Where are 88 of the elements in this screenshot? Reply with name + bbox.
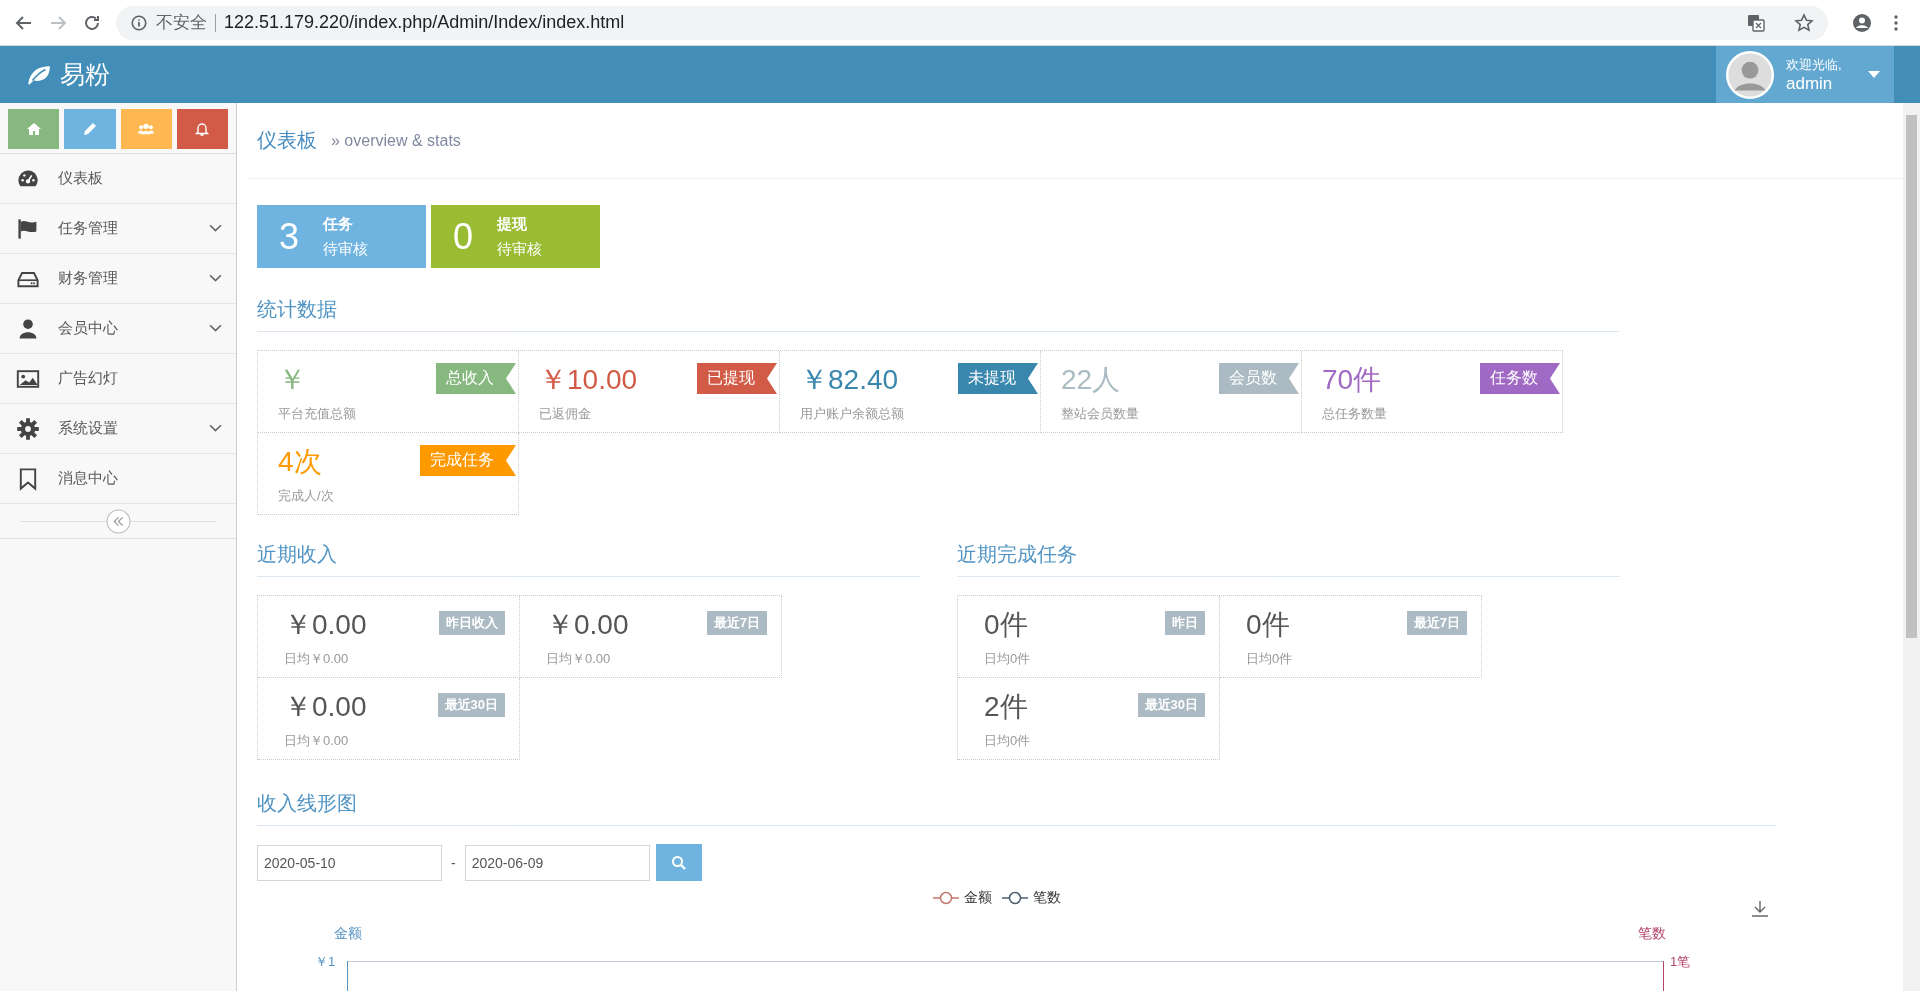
stat-value: 70件 bbox=[1322, 363, 1382, 397]
period-tag: 昨日收入 bbox=[439, 611, 505, 635]
section-heading: 近期完成任务 bbox=[957, 541, 1620, 577]
stat-caption: 完成人/次 bbox=[278, 487, 335, 505]
scrollbar[interactable] bbox=[1903, 103, 1920, 991]
account-icon[interactable] bbox=[1852, 12, 1872, 33]
menu-label: 仪表板 bbox=[58, 169, 104, 188]
end-date-field[interactable]: 2020-06-09 bbox=[464, 844, 650, 881]
date-separator: - bbox=[450, 854, 457, 871]
menu-label: 广告幻灯 bbox=[58, 369, 119, 388]
security-label: 不安全 bbox=[156, 12, 207, 34]
home-icon bbox=[25, 121, 42, 137]
stat-value: 4次 bbox=[278, 445, 322, 479]
page-subtitle: » overview & stats bbox=[331, 131, 461, 150]
daily-average: 日均0件 bbox=[1246, 650, 1294, 668]
leaf-icon bbox=[26, 63, 52, 86]
pending-title: 提现 bbox=[497, 214, 529, 234]
section-heading: 近期收入 bbox=[257, 541, 920, 577]
translate-icon[interactable] bbox=[1746, 12, 1766, 33]
axis-title: 笔数 bbox=[1638, 925, 1666, 943]
page-title: 仪表板 bbox=[257, 128, 317, 153]
legend-label: 金额 bbox=[964, 889, 992, 907]
brand-logo[interactable]: 易粉 bbox=[26, 58, 110, 91]
search-icon bbox=[670, 854, 687, 871]
pending-count: 0 bbox=[453, 215, 474, 258]
settings-icon bbox=[16, 416, 40, 441]
period-tag: 最近30日 bbox=[437, 693, 505, 717]
stat-value: ￥ bbox=[278, 363, 306, 397]
stat-caption: 总任务数量 bbox=[1322, 405, 1388, 423]
period-tag: 最近7日 bbox=[706, 611, 767, 635]
pending-status: 待审核 bbox=[323, 239, 369, 259]
period-tag: 最近7日 bbox=[1406, 611, 1467, 635]
stat-tag: 任务数 bbox=[1480, 363, 1560, 394]
shortcut-button[interactable] bbox=[176, 109, 228, 149]
stat-caption: 整站会员数量 bbox=[1061, 405, 1140, 423]
stat-tag: 完成任务 bbox=[420, 445, 516, 476]
stat-tag: 总收入 bbox=[436, 363, 516, 394]
stat-caption: 平台充值总额 bbox=[278, 405, 357, 423]
menu-label: 系统设置 bbox=[58, 419, 119, 438]
summary-value: 0件 bbox=[1246, 608, 1290, 642]
stat-caption: 用户账户余额总额 bbox=[800, 405, 905, 423]
caret-icon bbox=[1868, 70, 1880, 79]
bell-icon bbox=[194, 121, 211, 137]
section-heading: 收入线形图 bbox=[257, 790, 1776, 826]
greeting-text: 欢迎光临, bbox=[1786, 55, 1843, 74]
menu-label: 财务管理 bbox=[58, 269, 119, 288]
menu-label: 消息中心 bbox=[58, 469, 119, 488]
section-heading: 统计数据 bbox=[257, 296, 1619, 332]
summary-value: 2件 bbox=[984, 690, 1028, 724]
stat-tag: 已提现 bbox=[697, 363, 777, 394]
daily-average: 日均￥0.00 bbox=[546, 650, 612, 668]
stat-value: 22人 bbox=[1061, 363, 1121, 397]
daily-average: 日均￥0.00 bbox=[284, 650, 350, 668]
stat-value: ￥10.00 bbox=[539, 363, 638, 397]
pencil-icon bbox=[81, 121, 98, 137]
summary-value: ￥0.00 bbox=[284, 690, 367, 724]
stat-tag: 未提现 bbox=[958, 363, 1038, 394]
avatar-icon bbox=[1726, 50, 1774, 99]
axis-tick-label: ￥1 bbox=[315, 953, 336, 971]
user-name: admin bbox=[1786, 73, 1834, 94]
legend-item[interactable]: 金额 bbox=[933, 889, 992, 907]
summary-value: ￥0.00 bbox=[284, 608, 367, 642]
summary-value: 0件 bbox=[984, 608, 1028, 642]
pending-title: 任务 bbox=[323, 214, 355, 234]
daily-average: 日均0件 bbox=[984, 732, 1032, 750]
menu-label: 任务管理 bbox=[58, 219, 119, 238]
period-tag: 昨日 bbox=[1165, 611, 1205, 635]
stat-value: ￥82.40 bbox=[800, 363, 899, 397]
legend-item[interactable]: 笔数 bbox=[1002, 889, 1061, 907]
period-tag: 最近30日 bbox=[1137, 693, 1205, 717]
address-bar[interactable]: 不安全 122.51.179.220/index.php/Admin/Index/index.html bbox=[116, 5, 1828, 40]
start-date-field[interactable]: 2020-05-10 bbox=[257, 844, 442, 881]
star-icon[interactable] bbox=[1794, 12, 1814, 33]
daily-average: 日均￥0.00 bbox=[284, 732, 350, 750]
info-icon[interactable] bbox=[130, 13, 148, 32]
pending-count: 3 bbox=[279, 215, 300, 258]
axis-tick-label: 1笔 bbox=[1670, 953, 1691, 971]
summary-value: ￥0.00 bbox=[546, 608, 629, 642]
stat-caption: 已返佣金 bbox=[539, 405, 592, 423]
legend-label: 笔数 bbox=[1033, 889, 1061, 907]
download-icon[interactable] bbox=[1750, 899, 1770, 919]
users-icon bbox=[138, 121, 155, 137]
menu-label: 会员中心 bbox=[58, 319, 119, 338]
stat-tag: 会员数 bbox=[1219, 363, 1299, 394]
pending-status: 待审核 bbox=[497, 239, 543, 259]
url-text: 122.51.179.220/index.php/Admin/Index/index.html bbox=[224, 12, 625, 33]
axis-title: 金额 bbox=[334, 925, 362, 943]
daily-average: 日均0件 bbox=[984, 650, 1032, 668]
